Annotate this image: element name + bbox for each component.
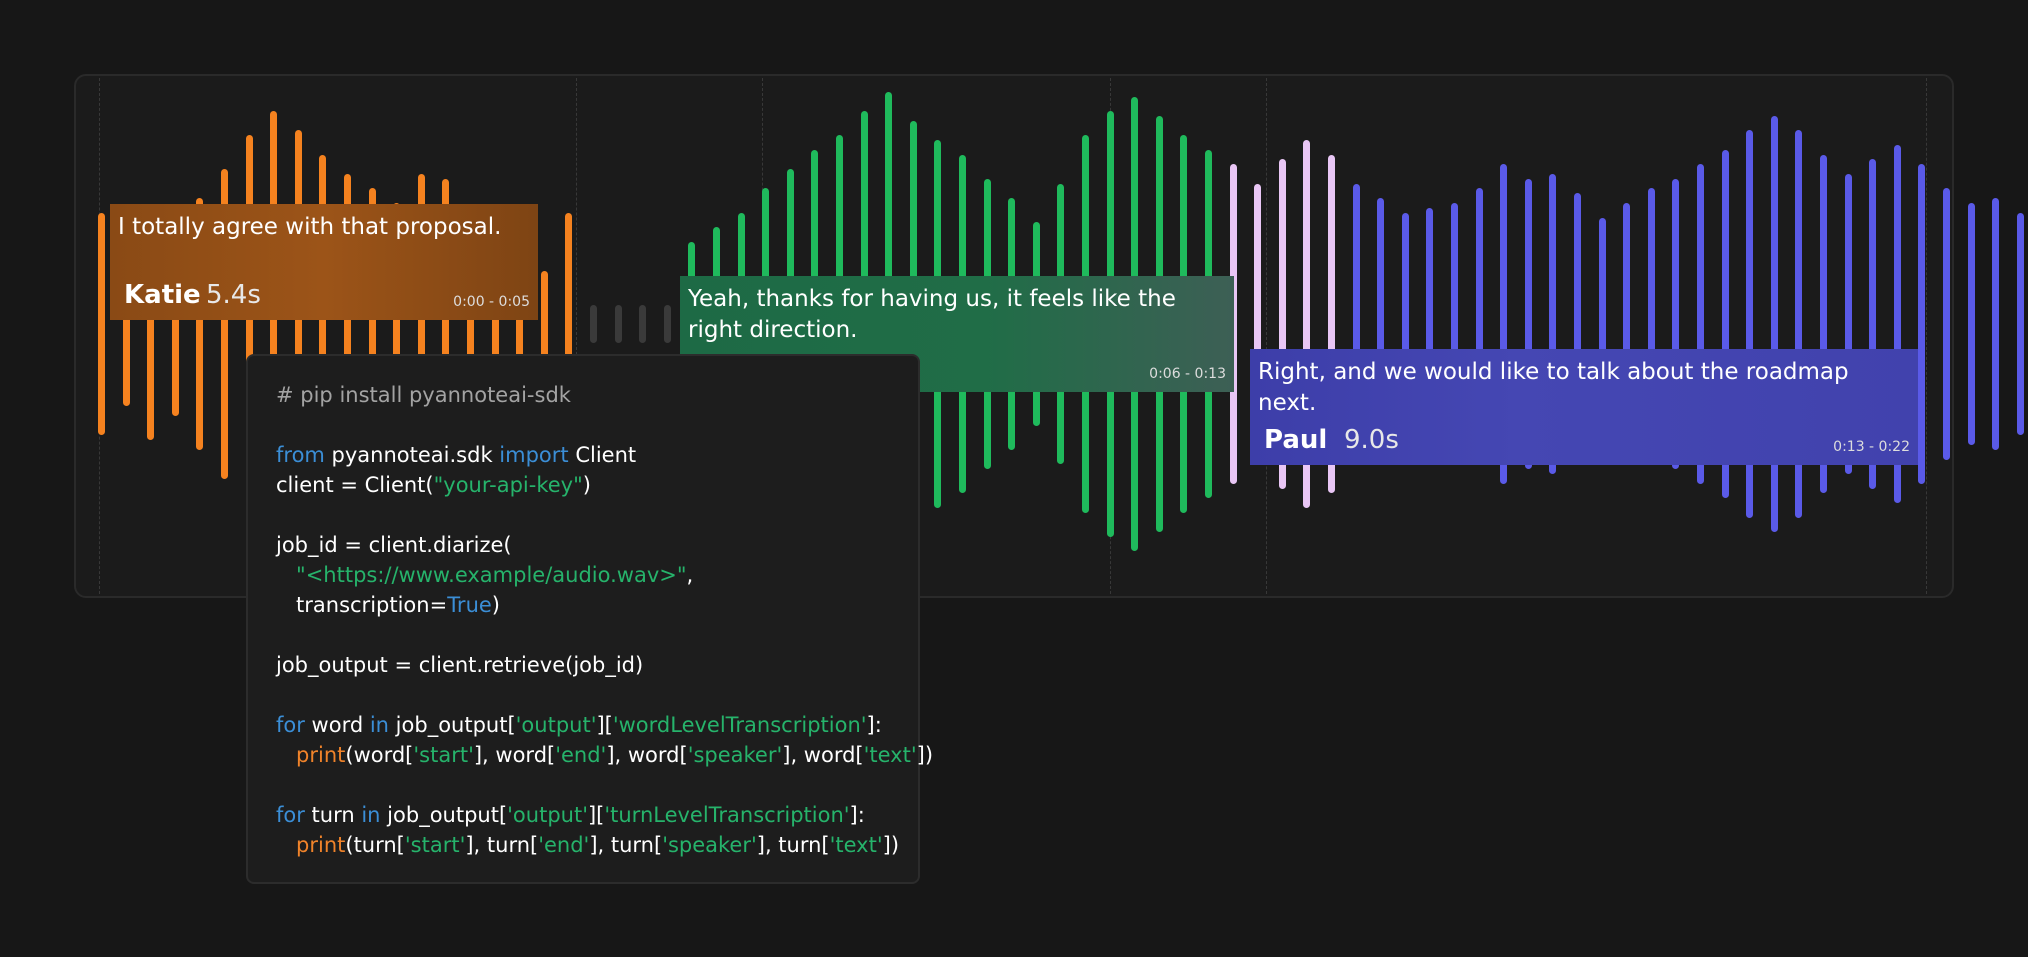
code-token: 'turnLevelTranscription' <box>604 803 850 827</box>
code-token: 'start' <box>404 833 466 857</box>
code-line: transcription=True) <box>276 590 890 620</box>
code-line: # pip install pyannoteai-sdk <box>276 380 890 410</box>
segment-time-range: 0:13 - 0:22 <box>1833 439 1910 455</box>
code-token: ], turn[ <box>756 833 830 857</box>
code-line: from pyannoteai.sdk import Client <box>276 440 890 470</box>
segment-text: I totally agree with that proposal. <box>118 214 502 240</box>
code-line: print(turn['start'], turn['end'], turn['… <box>276 830 899 860</box>
code-token: word <box>304 713 370 737</box>
code-token: ) <box>491 593 500 617</box>
code-token: 'wordLevelTranscription' <box>612 713 867 737</box>
code-token: job_output = client.retrieve(job_id) <box>276 653 644 677</box>
code-token: ]: <box>866 713 882 737</box>
code-line: for word in job_output['output']['wordLe… <box>276 710 890 740</box>
code-token: 'end' <box>538 833 590 857</box>
code-token: transcription= <box>276 593 448 617</box>
code-token: 'speaker' <box>687 743 783 767</box>
code-token: True <box>447 593 492 617</box>
code-line: "<https://www.example/audio.wav>", <box>276 560 890 590</box>
code-token: ]) <box>916 743 934 767</box>
code-token: in <box>361 803 381 827</box>
code-token: # pip install pyannoteai-sdk <box>276 383 571 407</box>
code-token: ], word[ <box>606 743 688 767</box>
code-token: 'output' <box>507 803 588 827</box>
code-token: Client <box>568 443 637 467</box>
code-line: client = Client("your-api-key") <box>276 470 890 500</box>
segment-paul[interactable]: Right, and we would like to talk about t… <box>1250 349 1918 465</box>
segment-text: Right, and we would like to talk about t… <box>1258 359 1849 416</box>
waveform-bar <box>2016 212 2024 436</box>
code-token: turn <box>304 803 362 827</box>
code-token: import <box>499 443 569 467</box>
code-line: job_id = client.diarize( <box>276 530 890 560</box>
segment-text: Yeah, thanks for having us, it feels lik… <box>688 286 1176 343</box>
code-token: 'speaker' <box>662 833 757 857</box>
code-token: pyannoteai.sdk <box>324 443 500 467</box>
code-token: client = Client( <box>276 473 434 497</box>
code-token: print <box>296 833 346 857</box>
code-token: ], turn[ <box>465 833 539 857</box>
code-token: job_id = client.diarize( <box>276 533 512 557</box>
code-token: (word[ <box>345 743 414 767</box>
code-token: print <box>296 743 346 767</box>
code-token: ], turn[ <box>589 833 663 857</box>
code-token: 'output' <box>515 713 597 737</box>
code-token: ][ <box>596 713 613 737</box>
code-token: "<https://www.example/audio.wav>" <box>296 563 687 587</box>
code-line: for turn in job_output['output']['turnLe… <box>276 800 890 830</box>
code-line: print(word['start'], word['end'], word['… <box>276 740 933 770</box>
code-line: job_output = client.retrieve(job_id) <box>276 650 890 680</box>
code-token: ) <box>582 473 591 497</box>
code-token: job_output[ <box>380 803 508 827</box>
code-snippet: # pip install pyannoteai-sdk from pyanno… <box>246 354 933 884</box>
code-token: ]) <box>882 833 900 857</box>
code-token: 'end' <box>555 743 607 767</box>
waveform-bar <box>1967 203 1975 445</box>
segment-time-range: 0:00 - 0:05 <box>453 294 530 310</box>
code-token: 'text' <box>863 743 917 767</box>
code-token: job_output[ <box>389 713 516 737</box>
code-token: in <box>369 713 389 737</box>
code-token: (turn[ <box>345 833 405 857</box>
code-token: for <box>276 713 305 737</box>
code-token: from <box>276 443 325 467</box>
code-token: ], word[ <box>782 743 864 767</box>
segment-duration: 5.4s <box>206 280 261 310</box>
segment-duration: 9.0s <box>1344 425 1399 455</box>
code-token: "your-api-key" <box>433 473 583 497</box>
code-token: 'start' <box>413 743 474 767</box>
segment-katie[interactable]: I totally agree with that proposal. Kati… <box>110 204 538 320</box>
code-token: for <box>276 803 305 827</box>
code-token: 'text' <box>829 833 883 857</box>
speaker-name: Paul <box>1264 425 1328 455</box>
code-token: , <box>686 563 694 587</box>
code-token: ]: <box>849 803 865 827</box>
segment-time-range: 0:06 - 0:13 <box>1149 366 1226 382</box>
waveform-bar <box>1992 198 2000 450</box>
code-token: ][ <box>587 803 605 827</box>
speaker-name: Katie <box>124 280 201 310</box>
code-token: ], word[ <box>473 743 556 767</box>
